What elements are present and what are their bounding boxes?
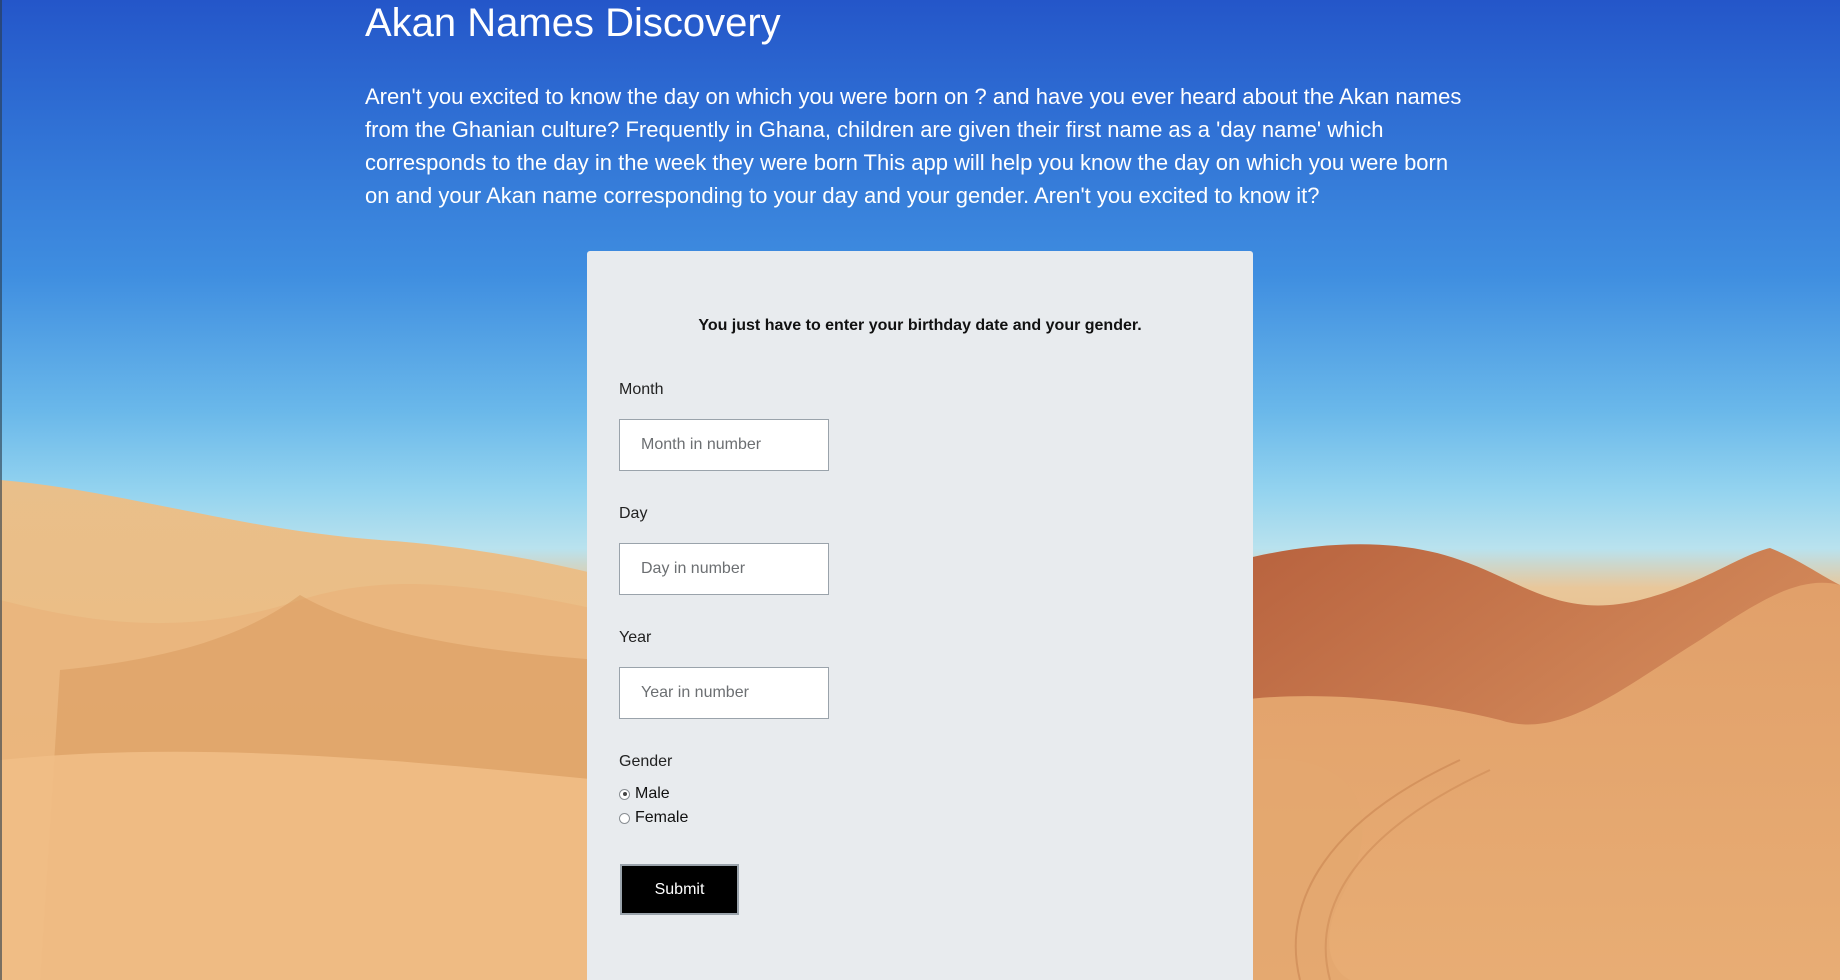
female-radio-label: Female xyxy=(635,809,689,826)
gender-option-male[interactable]: Male xyxy=(619,785,670,803)
birthday-form: You just have to enter your birthday dat… xyxy=(587,251,1253,980)
male-radio-label: Male xyxy=(635,785,670,802)
year-label: Year xyxy=(619,629,652,646)
male-radio[interactable] xyxy=(619,788,630,800)
day-label: Day xyxy=(619,505,648,522)
day-input[interactable] xyxy=(619,543,829,595)
female-radio[interactable] xyxy=(619,812,630,824)
form-heading: You just have to enter your birthday dat… xyxy=(698,317,1142,334)
year-input[interactable] xyxy=(619,667,829,719)
month-label: Month xyxy=(619,381,664,398)
gender-option-female[interactable]: Female xyxy=(619,809,688,827)
window-edge xyxy=(0,0,2,980)
intro-paragraph: Aren't you excited to know the day on wh… xyxy=(365,84,1462,208)
page-title: Akan Names Discovery xyxy=(365,1,781,45)
gender-label: Gender xyxy=(619,753,673,770)
month-input[interactable] xyxy=(619,419,829,471)
submit-button[interactable]: Submit xyxy=(620,864,739,915)
header-section: Akan Names Discovery Aren't you excited … xyxy=(365,0,1475,234)
page-background: Akan Names Discovery Aren't you excited … xyxy=(0,0,1840,980)
